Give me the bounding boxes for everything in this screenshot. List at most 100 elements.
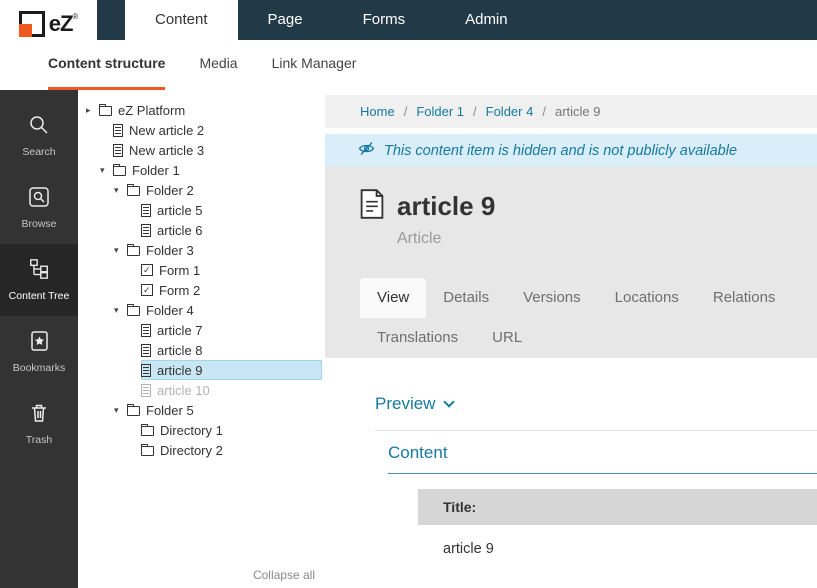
- bookmarks-icon: [28, 330, 50, 357]
- folder-icon: [141, 446, 154, 456]
- breadcrumb: Home / Folder 1 / Folder 4 / article 9: [325, 95, 817, 128]
- field-name-title: Title:: [418, 489, 817, 525]
- folder-icon: [127, 186, 140, 196]
- tree-item-form-1[interactable]: Form 1: [78, 260, 325, 280]
- tree-item-new-article-2[interactable]: New article 2: [78, 120, 325, 140]
- subnav-item-media[interactable]: Media: [199, 40, 237, 90]
- caret-down-icon[interactable]: ▾: [114, 240, 127, 260]
- top-tab-forms[interactable]: Forms: [333, 0, 436, 40]
- ez-logo-square-icon: [19, 11, 45, 37]
- content-tree-icon: [28, 258, 50, 285]
- sidebar-item-bookmarks[interactable]: Bookmarks: [0, 316, 78, 388]
- sidebar-item-search[interactable]: Search: [0, 100, 78, 172]
- article-icon: [141, 204, 151, 217]
- breadcrumb-current: article 9: [555, 104, 601, 119]
- tab-view[interactable]: View: [360, 278, 426, 318]
- tree-item-directory-2[interactable]: Directory 2: [78, 440, 325, 460]
- tree-item-article-8[interactable]: article 8: [78, 340, 325, 360]
- tree-item-new-article-3[interactable]: New article 3: [78, 140, 325, 160]
- tab-versions[interactable]: Versions: [506, 278, 598, 318]
- content-tabs: View Details Versions Locations Relation…: [360, 278, 817, 358]
- caret-down-icon[interactable]: ▾: [114, 300, 127, 320]
- view-tab-content: Preview Content Title: article 9: [325, 358, 817, 588]
- folder-icon: [99, 106, 112, 116]
- app-body: Search Browse Content Tree Bookmarks Tra…: [0, 90, 817, 588]
- tree-item-folder-3[interactable]: ▾ Folder 3: [78, 240, 325, 260]
- article-icon: [141, 324, 151, 337]
- folder-icon: [127, 306, 140, 316]
- caret-right-icon[interactable]: ▸: [86, 100, 99, 120]
- preview-section-toggle[interactable]: Preview: [375, 394, 453, 414]
- hidden-icon: [358, 141, 375, 161]
- breadcrumb-link-folder-4[interactable]: Folder 4: [486, 104, 534, 119]
- folder-icon: [127, 246, 140, 256]
- content-section-underline: [388, 473, 817, 474]
- tree-item-folder-4[interactable]: ▾ Folder 4: [78, 300, 325, 320]
- sidebar-item-browse[interactable]: Browse: [0, 172, 78, 244]
- ez-logo-text: eZ: [49, 11, 73, 37]
- tree-item-article-6[interactable]: article 6: [78, 220, 325, 240]
- article-icon: [141, 384, 151, 397]
- article-icon: [141, 364, 151, 377]
- tree-item-article-10-hidden[interactable]: article 10: [78, 380, 325, 400]
- caret-down-icon[interactable]: ▾: [114, 400, 127, 420]
- page-header: article 9 Article View Details Versions …: [325, 167, 817, 358]
- subnav: Content structure Media Link Manager: [0, 40, 817, 90]
- trash-icon: [28, 402, 50, 429]
- tree-item-article-9-selected[interactable]: article 9: [78, 360, 325, 380]
- tree-item-folder-5[interactable]: ▾ Folder 5: [78, 400, 325, 420]
- preview-section-label: Preview: [375, 394, 435, 414]
- top-tab-content[interactable]: Content: [125, 0, 238, 40]
- tree-item-folder-1[interactable]: ▾ Folder 1: [78, 160, 325, 180]
- ez-logo-registered-mark: ®: [72, 12, 78, 21]
- breadcrumb-link-folder-1[interactable]: Folder 1: [416, 104, 464, 119]
- content-tree-panel: ▸ eZ Platform New article 2 New article …: [78, 90, 325, 588]
- tab-details[interactable]: Details: [426, 278, 506, 318]
- section-divider: [375, 430, 817, 431]
- page-title: article 9: [397, 191, 495, 222]
- caret-down-icon[interactable]: ▾: [100, 160, 113, 180]
- left-sidebar: Search Browse Content Tree Bookmarks Tra…: [0, 90, 78, 588]
- chevron-down-icon: [444, 396, 455, 407]
- tree-item-folder-2[interactable]: ▾ Folder 2: [78, 180, 325, 200]
- browse-icon: [28, 186, 50, 213]
- folder-icon: [127, 406, 140, 416]
- sidebar-item-trash[interactable]: Trash: [0, 388, 78, 460]
- ez-logo[interactable]: eZ ®: [19, 11, 79, 37]
- top-nav-tabs: Content Page Forms Admin: [125, 0, 538, 40]
- top-tab-page[interactable]: Page: [238, 0, 333, 40]
- form-icon: [141, 284, 153, 296]
- tab-relations[interactable]: Relations: [696, 278, 793, 318]
- tree-item-ez-platform[interactable]: ▸ eZ Platform: [78, 100, 325, 120]
- article-icon: [113, 144, 123, 157]
- tree-item-article-7[interactable]: article 7: [78, 320, 325, 340]
- search-icon: [28, 114, 50, 141]
- sidebar-item-content-tree[interactable]: Content Tree: [0, 244, 78, 316]
- main-panel: Home / Folder 1 / Folder 4 / article 9 T…: [325, 90, 817, 588]
- folder-icon: [141, 426, 154, 436]
- article-icon: [113, 124, 123, 137]
- form-icon: [141, 264, 153, 276]
- folder-icon: [113, 166, 126, 176]
- field-value-title: article 9: [418, 525, 817, 573]
- tab-locations[interactable]: Locations: [598, 278, 696, 318]
- content-section: Content Title: article 9: [388, 443, 817, 573]
- logo-box: eZ ®: [0, 0, 97, 48]
- subnav-item-link-manager[interactable]: Link Manager: [272, 40, 357, 90]
- tab-url[interactable]: URL: [475, 318, 539, 358]
- article-icon: [141, 344, 151, 357]
- breadcrumb-link-home[interactable]: Home: [360, 104, 395, 119]
- content-type-label: Article: [397, 230, 817, 248]
- caret-down-icon[interactable]: ▾: [114, 180, 127, 200]
- tree-item-form-2[interactable]: Form 2: [78, 280, 325, 300]
- top-tab-admin[interactable]: Admin: [435, 0, 538, 40]
- hidden-content-alert: This content item is hidden and is not p…: [325, 134, 817, 167]
- tree-item-directory-1[interactable]: Directory 1: [78, 420, 325, 440]
- content-section-label[interactable]: Content: [388, 443, 448, 463]
- collapse-all-button[interactable]: Collapse all: [253, 568, 315, 582]
- top-header: eZ ® Content Page Forms Admin: [0, 0, 817, 40]
- tab-translations[interactable]: Translations: [360, 318, 475, 358]
- tree-item-article-5[interactable]: article 5: [78, 200, 325, 220]
- alert-text: This content item is hidden and is not p…: [384, 143, 737, 159]
- article-page-icon: [360, 189, 384, 224]
